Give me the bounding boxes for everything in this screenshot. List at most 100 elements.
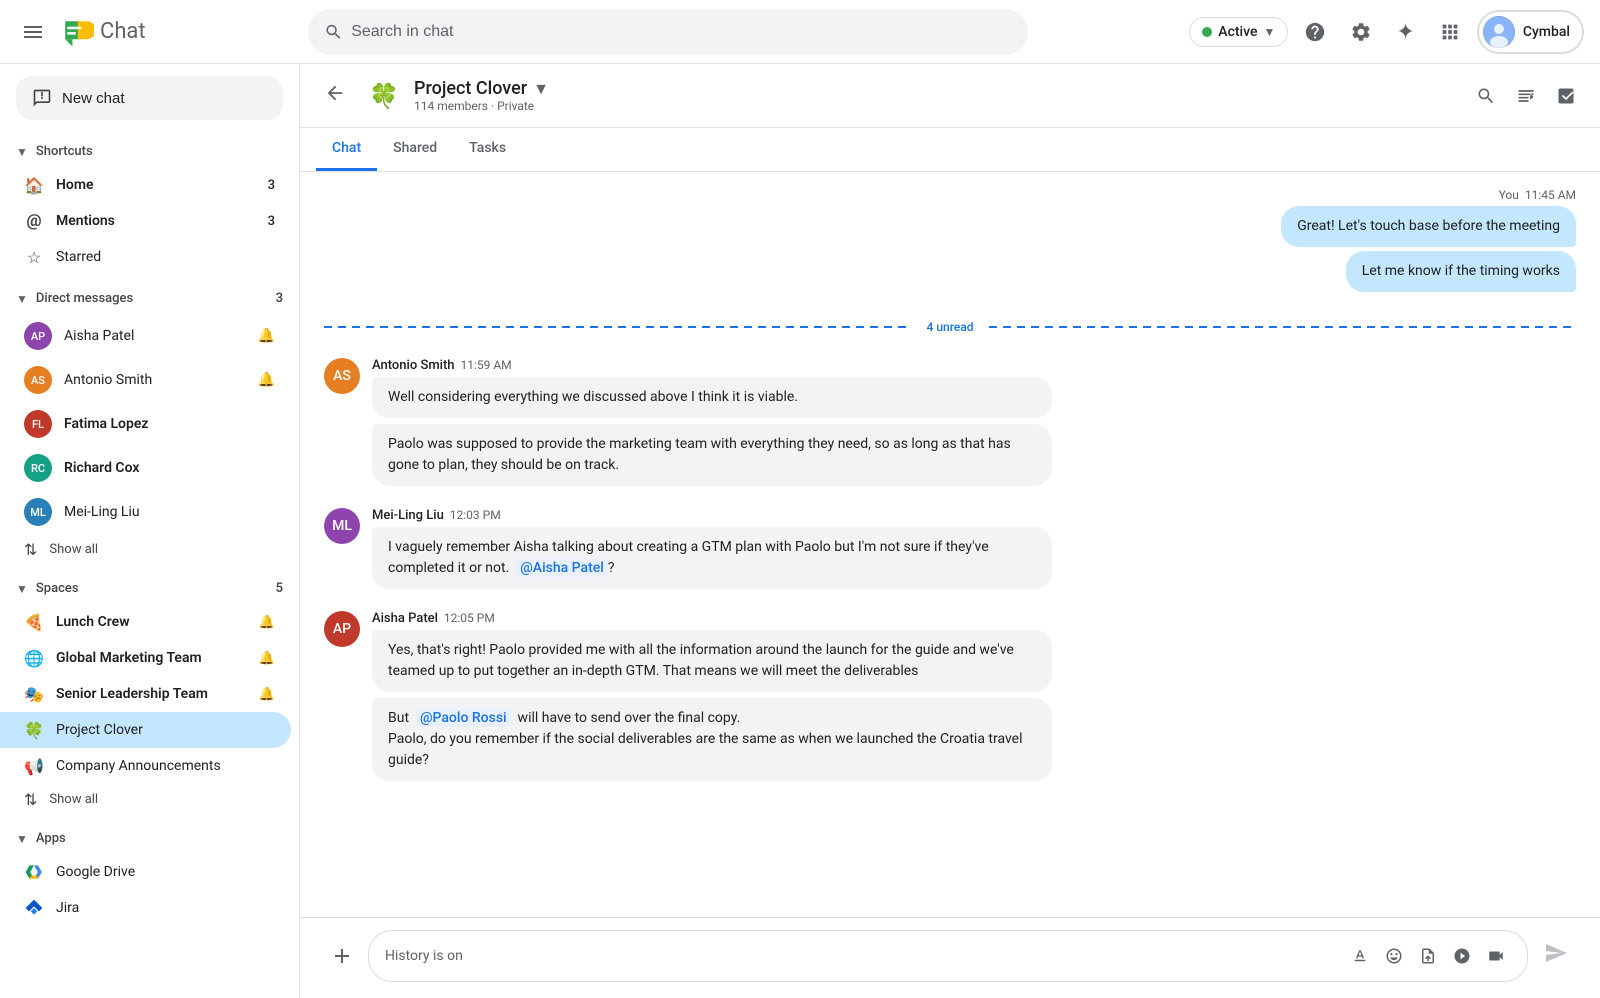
format-text-button[interactable] [1345,941,1375,971]
spaces-label: Spaces [36,581,268,596]
apps-header[interactable]: ▼ Apps [0,823,299,854]
sidebar-item-richard[interactable]: RC Richard Cox [0,446,291,490]
add-icon [330,944,354,968]
gdrive-label: Google Drive [56,864,275,880]
chat-search-icon [1476,86,1496,106]
dm-show-all-label: Show all [49,542,98,557]
sidebar-item-fatima[interactable]: FL Fatima Lopez [0,402,291,446]
sidebar-item-gdrive[interactable]: Google Drive [0,854,291,890]
send-button[interactable] [1536,933,1576,979]
settings-button[interactable] [1342,13,1380,51]
lunch-label: Lunch Crew [56,614,247,630]
active-dot-icon [1202,27,1212,37]
tab-tasks[interactable]: Tasks [453,128,522,171]
user-name-label: Cymbal [1523,24,1570,40]
upload-file-button[interactable] [1413,941,1443,971]
user-avatar-chip[interactable]: Cymbal [1477,10,1584,54]
menu-button[interactable] [16,15,50,49]
you-bubble-2: Let me know if the timing works [1346,251,1576,292]
send-icon [1544,941,1568,965]
sidebar-item-home[interactable]: 🏠 Home 3 [0,167,291,203]
apps-grid-button[interactable] [1431,13,1469,51]
chat-tabs: Chat Shared Tasks [300,128,1600,172]
meiling-label: Mei-Ling Liu [64,504,275,520]
shortcuts-header[interactable]: ▼ Shortcuts [0,136,299,167]
sidebar-item-global[interactable]: 🌐 Global Marketing Team 🔔 [0,640,291,676]
help-button[interactable] [1296,13,1334,51]
meiling-time: 12:03 PM [450,508,501,522]
room-name[interactable]: Project Clover ▼ [414,78,1456,99]
senior-bell-icon: 🔔 [259,687,275,702]
gemini-icon: ✦ [1396,19,1414,45]
gemini-button[interactable]: ✦ [1388,11,1422,53]
spaces-section: ▼ Spaces 5 🍕 Lunch Crew 🔔 🌐 Global Marke… [0,569,299,819]
apps-label: Apps [36,831,66,846]
antonio-bubble-2: Paolo was supposed to provide the market… [372,424,1052,486]
antonio-avatar: AS [24,366,52,394]
share-link-button[interactable] [1447,941,1477,971]
sidebar-item-clover[interactable]: 🍀 Project Clover [0,712,291,748]
message-out-you: You 11:45 AM Great! Let's touch base bef… [324,188,1576,296]
tab-shared[interactable]: Shared [377,128,453,171]
room-name-chevron-icon: ▼ [533,79,549,99]
unread-line-left [324,326,911,328]
messages-area: You 11:45 AM Great! Let's touch base bef… [300,172,1600,917]
new-chat-icon [32,88,52,108]
upload-file-icon [1419,947,1437,965]
tasks-button[interactable] [1548,78,1584,114]
aisha-bubble-2: But @Paolo Rossi will have to send over … [372,698,1052,781]
starred-label: Starred [56,249,275,265]
mentions-icon: @ [24,211,44,231]
direct-messages-header[interactable]: ▼ Direct messages 3 [0,283,299,314]
topbar-left: Chat [16,14,296,50]
active-chevron-icon: ▼ [1263,25,1275,39]
toggle-panel-button[interactable] [1508,78,1544,114]
chat-search-button[interactable] [1468,78,1504,114]
video-call-button[interactable] [1481,941,1511,971]
room-info: Project Clover ▼ 114 members · Private [414,78,1456,113]
topbar-right: Active ▼ ✦ [1189,10,1584,54]
sidebar-item-announcements[interactable]: 📢 Company Announcements [0,748,291,784]
senior-label: Senior Leadership Team [56,686,247,702]
message-input-box[interactable]: History is on [368,930,1528,982]
emoji-button[interactable] [1379,941,1409,971]
tab-chat[interactable]: Chat [316,128,377,171]
lunch-icon: 🍕 [24,612,44,632]
home-badge: 3 [268,178,275,193]
back-button[interactable] [316,74,354,118]
sidebar-item-senior[interactable]: 🎭 Senior Leadership Team 🔔 [0,676,291,712]
you-time: 11:45 AM [1525,188,1576,202]
aisha-label: Aisha Patel [64,328,246,344]
sidebar-item-lunch[interactable]: 🍕 Lunch Crew 🔔 [0,604,291,640]
richard-label: Richard Cox [64,460,275,476]
add-button[interactable] [324,938,360,974]
sidebar-item-aisha[interactable]: AP Aisha Patel 🔔 [0,314,291,358]
unread-divider: 4 unread [324,320,1576,334]
unread-line-right [989,326,1576,328]
hamburger-icon [24,23,42,41]
clover-icon: 🍀 [24,720,44,740]
active-status[interactable]: Active ▼ [1189,17,1288,47]
chat-header: 🍀 Project Clover ▼ 114 members · Private [300,64,1600,128]
global-bell-icon: 🔔 [259,651,275,666]
antonio-time: 11:59 AM [460,358,511,372]
shortcuts-label: Shortcuts [36,144,93,159]
spaces-show-all[interactable]: ⇅ Show all [0,784,299,815]
dm-show-all[interactable]: ⇅ Show all [0,534,299,565]
spaces-badge: 5 [276,581,283,596]
room-name-text: Project Clover [414,78,527,99]
clover-label: Project Clover [56,722,275,738]
jira-label: Jira [56,900,275,916]
sidebar-item-mentions[interactable]: @ Mentions 3 [0,203,291,239]
senior-icon: 🎭 [24,684,44,704]
global-icon: 🌐 [24,648,44,668]
message-in-antonio: AS Antonio Smith 11:59 AM Well consideri… [324,358,1576,492]
sidebar-item-starred[interactable]: ☆ Starred [0,239,291,275]
spaces-header[interactable]: ▼ Spaces 5 [0,573,299,604]
sidebar-item-jira[interactable]: Jira [0,890,291,926]
sidebar-item-meiling[interactable]: ML Mei-Ling Liu [0,490,291,534]
sidebar-item-antonio[interactable]: AS Antonio Smith 🔔 [0,358,291,402]
search-bar [308,9,1028,55]
new-chat-button[interactable]: New chat [16,76,283,120]
search-input[interactable] [351,23,1012,41]
